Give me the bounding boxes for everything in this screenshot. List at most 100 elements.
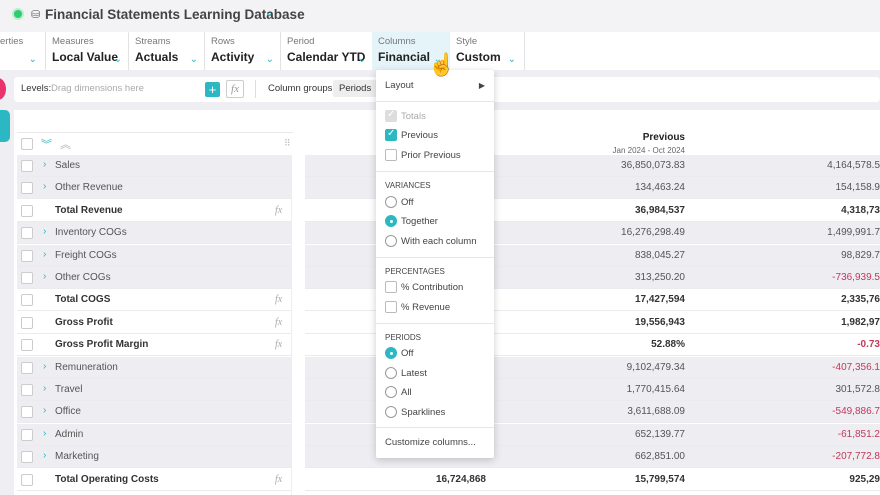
column-header-previous[interactable]: Previous [514,132,685,143]
chevron-down-icon: ⌄ [113,54,122,65]
cell-previous: 3,611,688.09 [627,406,685,418]
levels-dropzone[interactable]: Drag dimensions here [51,83,144,94]
cell-previous: 652,139.77 [634,428,685,440]
cell-previous: 36,984,537 [634,204,685,216]
radio-icon [385,196,397,208]
chevron-right-icon[interactable]: › [43,271,46,282]
toolbar-label: Style [456,36,478,47]
section-variances: VARIANCES [385,181,431,190]
section-periods: PERIODS [385,333,422,342]
cell-variance: 2,335,76 [841,294,880,306]
column-groups-label: Column groups: [268,83,336,94]
option-pct-contribution[interactable]: % Contribution [385,281,463,293]
variance-off[interactable]: Off [385,196,414,208]
caret-right-icon: ▶ [478,81,485,90]
menu-label: % Revenue [401,301,451,313]
period-all[interactable]: All [385,386,412,398]
cell-variance: 98,829.7 [841,249,880,261]
toolbar-properties[interactable]: erties ⌄ [0,32,45,70]
menu-label: Latest [401,367,427,379]
toolbar-label: Measures [52,36,94,47]
chevron-down-icon[interactable]: ⌄ [265,8,273,19]
chevron-down-icon: ⌄ [357,54,366,65]
toolbar-style[interactable]: Style Custom ⌄ [450,32,525,70]
select-all-checkbox[interactable] [21,138,33,150]
chevron-right-icon[interactable]: › [43,450,46,461]
period-latest[interactable]: Latest [385,367,427,379]
cell-variance: -549,886.7 [832,406,880,418]
row-label: Sales [55,160,81,171]
columns-dropdown-menu: Layout ▶ Totals Previous Prior Previous V… [376,70,494,458]
cell-previous: 838,045.27 [634,249,685,261]
chevron-right-icon[interactable]: › [43,428,46,439]
cell-variance: 154,158.9 [835,182,880,194]
cell-previous: 19,556,943 [634,316,685,328]
cell-previous: 36,850,073.83 [621,160,685,171]
row-checkbox[interactable] [21,428,33,441]
avatar[interactable] [0,78,6,100]
hand-cursor-icon: ☝ [428,52,456,77]
formula-button[interactable]: fx [226,80,244,98]
toolbar-rows[interactable]: Rows Activity ⌄ [204,32,280,70]
option-prior-previous[interactable]: Prior Previous [385,149,461,161]
option-pct-revenue[interactable]: % Revenue [385,301,450,313]
chevron-right-icon[interactable]: › [43,405,46,416]
row-checkbox[interactable] [21,160,33,172]
add-level-button[interactable]: + [205,82,220,97]
chevron-down-icon: ⌄ [189,54,198,65]
row-checkbox[interactable] [21,451,33,464]
drag-handle-icon[interactable]: ⠿ [284,138,291,149]
cell-previous: 662,851.00 [634,451,685,463]
cell-variance: 1,982,97 [841,316,880,328]
row-checkbox[interactable] [21,227,33,240]
row-checkbox[interactable] [21,316,33,329]
row-checkbox[interactable] [21,406,33,419]
chevron-right-icon[interactable]: › [43,383,46,394]
row-checkbox[interactable] [21,361,33,374]
row-label: Admin [55,428,84,440]
toolbar-period[interactable]: Period Calendar YTD ⌄ [280,32,372,70]
row-checkbox[interactable] [21,249,33,262]
menu-label: Layout [385,80,414,91]
row-label: Gross Profit Margin [55,339,149,351]
chevron-right-icon[interactable]: › [43,226,46,237]
menu-label: Sparklines [401,406,446,418]
menu-item-layout[interactable]: Layout ▶ [385,80,485,91]
toolbar-label: Columns [378,36,416,47]
chevron-right-icon[interactable]: › [43,159,46,170]
row-label: Other COGs [55,272,111,283]
option-previous[interactable]: Previous [385,128,438,141]
expand-all-icon[interactable]: ︾ [41,136,52,152]
row-checkbox[interactable] [21,294,33,307]
variance-with-each-column[interactable]: With each column [385,235,477,247]
toolbar-measures[interactable]: Measures Local Value ⌄ [45,32,128,70]
row-label: Freight COGs [55,249,117,261]
collapse-all-icon[interactable]: ︽ [60,136,71,152]
chevron-right-icon[interactable]: › [43,181,46,192]
table-row[interactable]: Total Operating Costs fx 16,724,868 15,799,… [17,469,880,491]
toolbar-streams[interactable]: Streams Actuals ⌄ [128,32,204,70]
chevron-right-icon[interactable]: › [43,361,46,372]
row-label: Gross Profit [55,316,113,328]
row-checkbox[interactable] [21,272,33,284]
row-checkbox[interactable] [21,473,33,486]
row-label: Remuneration [55,361,118,373]
side-tab[interactable] [0,110,10,142]
row-checkbox[interactable] [21,182,33,195]
row-checkbox[interactable] [21,339,33,352]
formula-icon: fx [275,316,283,328]
toolbar-value: Actuals [135,50,179,64]
toolbar-label: Period [287,36,315,47]
radio-icon [385,215,397,227]
levels-label: Levels: [21,83,52,94]
period-sparklines[interactable]: Sparklines [385,406,445,418]
row-checkbox[interactable] [21,204,33,217]
variance-together[interactable]: Together [385,215,438,227]
menu-label: Off [401,347,414,359]
customize-columns-button[interactable]: Customize columns... [385,437,476,448]
period-off[interactable]: Off [385,347,414,359]
cell-previous: 52.88% [651,339,685,351]
row-checkbox[interactable] [21,384,33,396]
radio-icon [385,367,397,379]
chevron-right-icon[interactable]: › [43,249,46,260]
